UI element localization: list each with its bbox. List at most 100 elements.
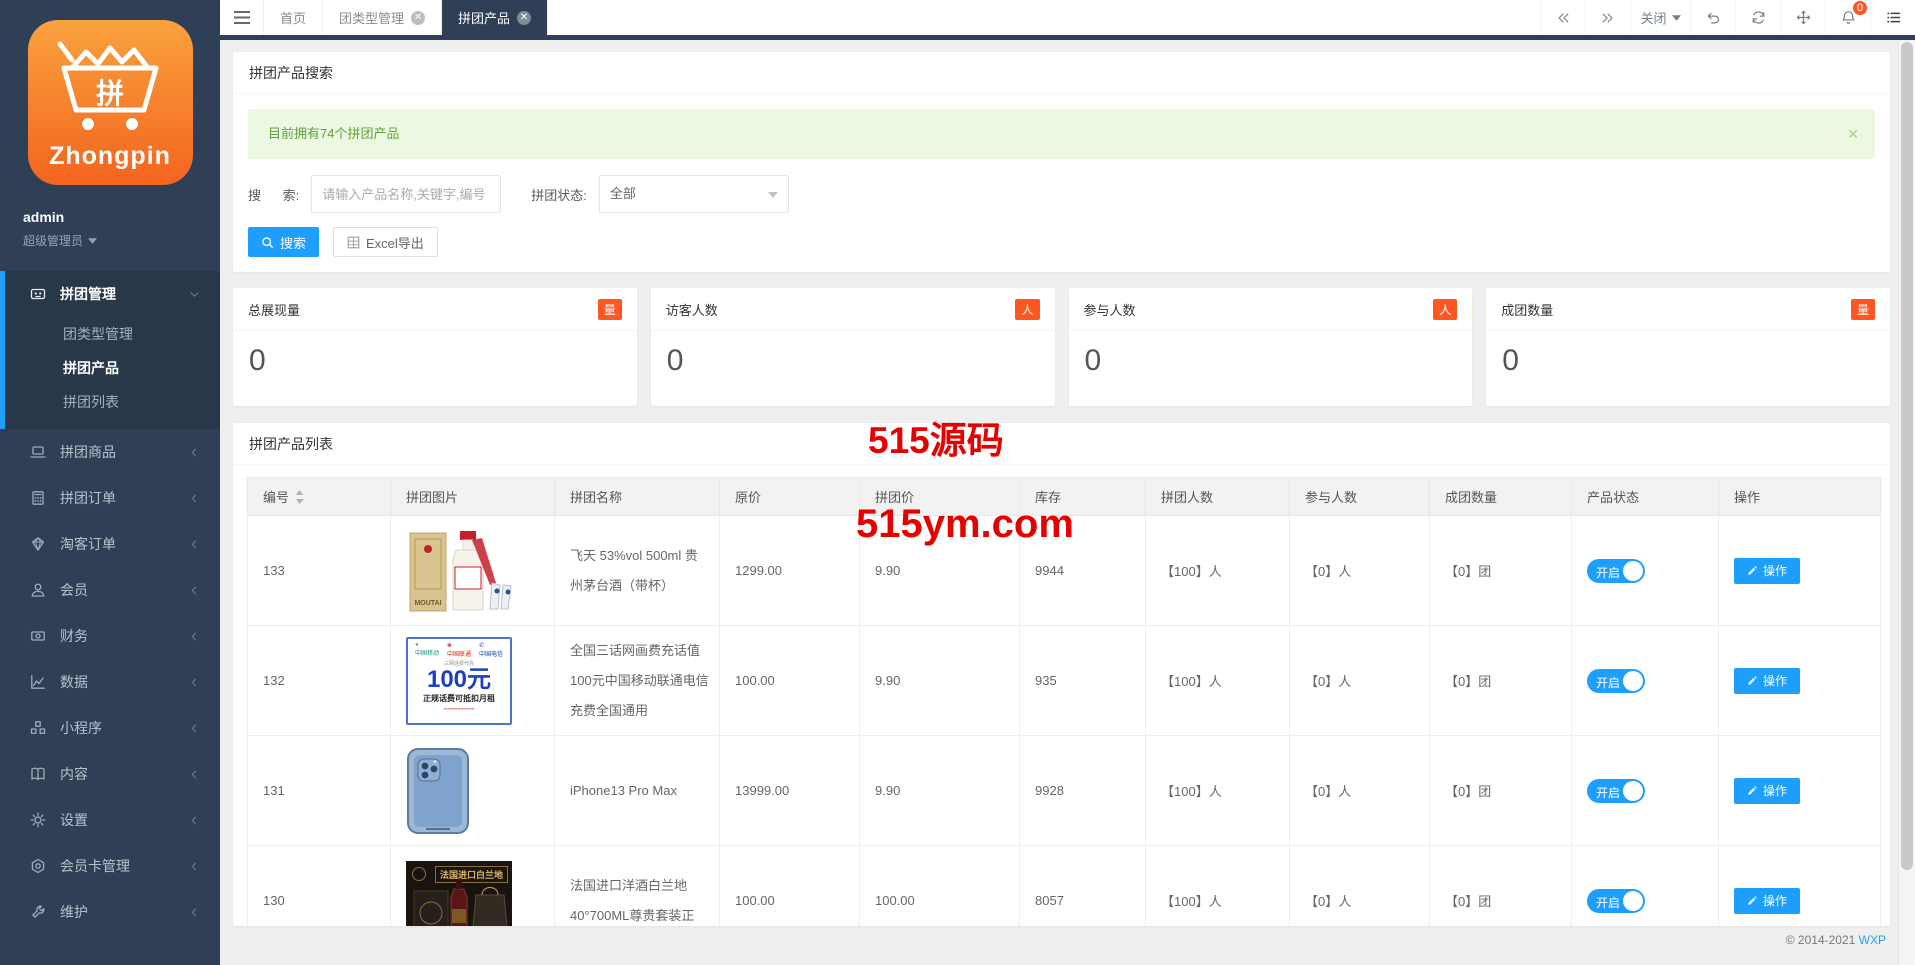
excel-export-button[interactable]: Excel导出 (333, 227, 438, 257)
cell-group-price: 9.90 (860, 626, 1020, 736)
sidebar-group-会员[interactable]: 会员 (0, 567, 220, 613)
chevron-left-icon (189, 539, 200, 550)
column-header-编号[interactable]: 编号 (248, 478, 391, 516)
refresh-button[interactable] (1735, 0, 1780, 35)
status-toggle[interactable]: 开启 (1587, 889, 1645, 913)
tab-团类型管理[interactable]: 团类型管理✕ (323, 0, 442, 35)
row-action-button[interactable]: 操作 (1734, 558, 1800, 584)
sidebar-group-label: 会员 (60, 580, 88, 600)
cell-status: 开启 (1572, 736, 1719, 846)
close-tabs-dropdown[interactable]: 关闭 (1630, 0, 1690, 35)
sidebar-group-小程序[interactable]: 小程序 (0, 705, 220, 751)
cell-joined: 【0】人 (1290, 626, 1430, 736)
undo-button[interactable] (1690, 0, 1735, 35)
action-label: 操作 (1763, 782, 1787, 799)
cell-groups: 【0】团 (1430, 736, 1572, 846)
search-input[interactable] (311, 175, 501, 213)
sidebar-group-拼团管理[interactable]: 拼团管理 (5, 271, 220, 317)
cell-groups: 【0】团 (1430, 846, 1572, 927)
brand-logo: 拼 Zhongpin (28, 20, 193, 185)
search-icon (261, 236, 274, 249)
user-role-label: 超级管理员 (23, 232, 83, 249)
tab-close-icon[interactable]: ✕ (411, 11, 425, 25)
sidebar-group-维护[interactable]: 维护 (0, 889, 220, 935)
cell-price: 13999.00 (720, 736, 860, 846)
sidebar-group-拼团商品[interactable]: 拼团商品 (0, 429, 220, 475)
sidebar-item-团类型管理[interactable]: 团类型管理 (5, 317, 220, 351)
notification-badge: 0 (1852, 0, 1868, 16)
sidebar-group-label: 拼团订单 (60, 488, 116, 508)
move-button[interactable] (1780, 0, 1825, 35)
column-header-操作: 操作 (1719, 478, 1881, 516)
alert-close-icon[interactable]: ✕ (1847, 109, 1859, 159)
sidebar: 拼 Zhongpin admin 超级管理员 拼团管理团类型管理拼团产品拼团列表… (0, 0, 220, 965)
main-content: 515源码 515ym.com 拼团产品搜索 目前拥有74个拼团产品 ✕ 搜 索… (220, 40, 1915, 965)
status-select[interactable]: 全部 (599, 175, 789, 213)
sidebar-group-会员卡管理[interactable]: 会员卡管理 (0, 843, 220, 889)
sidebar-item-拼团产品[interactable]: 拼团产品 (5, 351, 220, 385)
product-image-phonecard: ◕中国移动 ❀中国联通 ✆中国电信 三网话费代充 100元 正规话费可抵扣月租 … (406, 637, 512, 725)
row-action-button[interactable]: 操作 (1734, 778, 1800, 804)
row-action-button[interactable]: 操作 (1734, 888, 1800, 914)
sidebar-group-内容[interactable]: 内容 (0, 751, 220, 797)
cell-group-price: 9.90 (860, 736, 1020, 846)
tab-拼团产品[interactable]: 拼团产品✕ (442, 0, 548, 35)
chart-icon (30, 674, 47, 691)
caret-down-icon (1672, 15, 1681, 21)
search-button[interactable]: 搜索 (248, 227, 319, 257)
chevron-left-icon (189, 861, 200, 872)
stat-card-header: 总展现量量 (233, 288, 637, 331)
brand-name: Zhongpin (28, 142, 193, 171)
cell-people: 【100】人 (1146, 846, 1290, 927)
robot-icon (30, 286, 47, 303)
stat-card-总展现量: 总展现量量0 (233, 288, 637, 406)
chevron-left-icon (189, 769, 200, 780)
double-right-button[interactable] (1585, 0, 1630, 35)
double-left-button[interactable] (1540, 0, 1585, 35)
table-panel-title: 拼团产品列表 (233, 423, 1890, 465)
scrollbar-thumb[interactable] (1901, 42, 1913, 870)
tab-首页[interactable]: 首页 (264, 0, 323, 35)
double-left-icon (1556, 11, 1570, 25)
cell-stock: 935 (1020, 626, 1146, 736)
scrollbar-track[interactable] (1898, 40, 1915, 965)
cell-name: 法国进口洋酒白兰地40°700ML尊贵套装正 (555, 846, 720, 927)
stat-card-badge: 人 (1433, 299, 1457, 320)
status-toggle[interactable]: 开启 (1587, 669, 1645, 693)
book-icon (30, 766, 47, 783)
toggle-knob (1623, 561, 1643, 581)
user-role-dropdown[interactable]: 超级管理员 (23, 232, 220, 249)
footer-link[interactable]: WXP (1859, 933, 1886, 947)
status-toggle[interactable]: 开启 (1587, 779, 1645, 803)
sidebar-item-拼团列表[interactable]: 拼团列表 (5, 385, 220, 419)
sidebar-group-label: 会员卡管理 (60, 856, 130, 876)
pencil-icon (1747, 895, 1758, 906)
cell-image (391, 736, 555, 846)
cell-name: iPhone13 Pro Max (555, 736, 720, 846)
cell-stock: 8057 (1020, 846, 1146, 927)
sidebar-group-淘客订单[interactable]: 淘客订单 (0, 521, 220, 567)
table-row: 130 法国进口白兰地 法国进口洋酒白兰地40°700ML尊贵套装正100.00… (248, 846, 1881, 927)
cell-action: 操作 (1719, 626, 1881, 736)
cell-people: 【100】人 (1146, 516, 1290, 626)
sidebar-group-label: 小程序 (60, 718, 102, 738)
table-row: 131 iPhone13 Pro Max13999.009.909928【100… (248, 736, 1881, 846)
menu-toggle-icon[interactable] (220, 0, 264, 35)
status-toggle[interactable]: 开启 (1587, 559, 1645, 583)
row-action-button[interactable]: 操作 (1734, 668, 1800, 694)
chevron-left-icon (189, 493, 200, 504)
sidebar-group-设置[interactable]: 设置 (0, 797, 220, 843)
cell-action: 操作 (1719, 846, 1881, 927)
sidebar-group-财务[interactable]: 财务 (0, 613, 220, 659)
copyright-text: © 2014-2021 (1786, 933, 1859, 947)
calculator-icon (30, 490, 47, 507)
list-button[interactable] (1870, 0, 1915, 35)
tab-close-icon[interactable]: ✕ (517, 11, 531, 25)
sidebar-group-拼团订单[interactable]: 拼团订单 (0, 475, 220, 521)
sidebar-group-label: 财务 (60, 626, 88, 646)
bell-button[interactable]: 0 (1825, 0, 1870, 35)
cell-price: 100.00 (720, 846, 860, 927)
sidebar-group-数据[interactable]: 数据 (0, 659, 220, 705)
product-table-panel: 拼团产品列表 编号拼团图片拼团名称原价拼团价库存拼团人数参与人数成团数量产品状态… (233, 423, 1890, 926)
topbar-toolbar: 关闭 0 (1540, 0, 1915, 35)
